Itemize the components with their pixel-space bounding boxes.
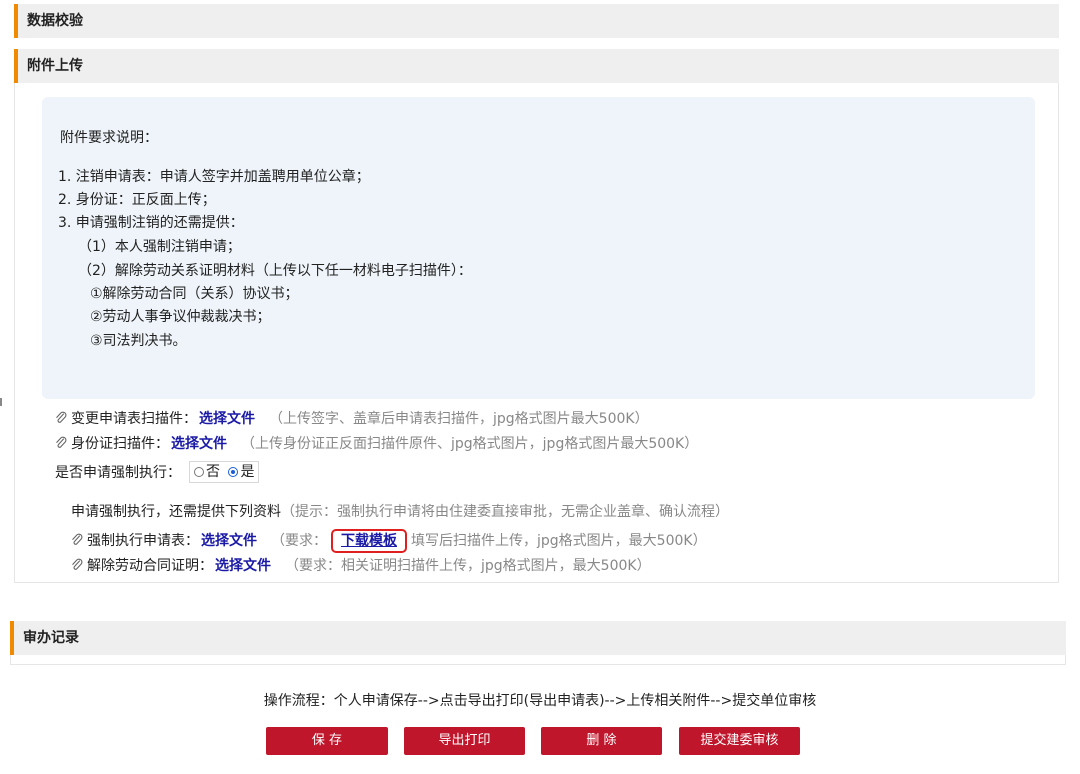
enforce-yes-radio[interactable] [228,467,239,477]
enforce-yes-label[interactable]: 是 [240,464,254,480]
paperclip-icon [72,558,83,570]
section-header-validation[interactable]: 数据校验 [14,4,1059,38]
enforce-radio-group: 否 是 [189,461,260,483]
upload-row-change-form: 变更申请表扫描件： 选择文件 （上传签字、盖章后申请表扫描件，jpg格式图片最大50… [55,408,649,428]
choose-file-change-form-button[interactable]: 选择文件 [199,411,255,427]
enforce-notice-row: 申请强制执行，还需提供下列资料（提示：强制执行申请将由住建委直接审批，无需企业盖… [71,501,729,521]
upload-hint-id-card: （上传身份证正反面扫描件原件、jpg格式图片，jpg格式图片最大500K） [241,436,699,452]
choose-file-contract-button[interactable]: 选择文件 [215,558,271,574]
download-template-link[interactable]: 下载模板 [331,529,407,553]
enforce-notice-hint: （提示：强制执行申请将由住建委直接审批，无需企业盖章、确认流程） [281,504,729,520]
requirement-line: （2）解除劳动关系证明材料（上传以下任一材料电子扫描件）： [78,263,472,279]
enforce-notice-label: 申请强制执行，还需提供下列资料 [71,504,281,520]
upload-hint-contract: （要求：相关证明扫描件上传，jpg格式图片，最大500K） [285,558,651,574]
requirement-line: 2. 身份证：正反面上传； [58,192,216,208]
export-print-button[interactable]: 导出打印 [404,727,525,755]
section-title-validation: 数据校验 [27,13,83,29]
requirement-line: ①解除劳动合同（关系）协议书； [90,286,299,302]
paperclip-icon [72,533,83,545]
paperclip-icon [56,436,67,448]
records-panel [10,655,1066,665]
enforce-no-label[interactable]: 否 [206,464,220,480]
upload-hint-enforce-form-suffix: 填写后扫描件上传，jpg格式图片，最大500K） [411,533,707,549]
requirement-line: ③司法判决书。 [90,333,187,349]
upload-row-id-card: 身份证扫描件： 选择文件 （上传身份证正反面扫描件原件、jpg格式图片，jpg格式图… [55,433,698,453]
upload-row-contract: 解除劳动合同证明： 选择文件 （要求：相关证明扫描件上传，jpg格式图片，最大500… [71,555,651,575]
section-header-records[interactable]: 审办记录 [10,621,1066,655]
save-button[interactable]: 保 存 [266,727,388,755]
section-header-attachments[interactable]: 附件上传 [14,49,1059,83]
enforce-question-label: 是否申请强制执行： [55,465,181,481]
enforce-question-row: 是否申请强制执行： 否 是 [55,461,260,483]
section-title-attachments: 附件上传 [27,58,83,74]
requirement-line: （1）本人强制注销申请； [78,239,241,255]
operation-flow-text: 操作流程：个人申请保存-->点击导出打印(导出申请表)-->上传相关附件-->提… [263,693,817,709]
left-edge-mark [0,398,2,406]
submit-review-button[interactable]: 提交建委审核 [679,727,800,755]
choose-file-id-card-button[interactable]: 选择文件 [171,436,227,452]
upload-label-id-card: 身份证扫描件： [71,436,169,452]
delete-button[interactable]: 删 除 [541,727,662,755]
upload-label-change-form: 变更申请表扫描件： [71,411,197,427]
upload-label-enforce-form: 强制执行申请表： [87,533,199,549]
upload-hint-enforce-form-prefix: （要求： [271,533,327,549]
upload-row-enforce-form: 强制执行申请表： 选择文件 （要求： 下载模板 填写后扫描件上传，jpg格式图片，最大5… [71,529,707,553]
requirement-line: 1. 注销申请表：申请人签字并加盖聘用单位公章； [58,169,370,185]
attachment-requirements-box: 附件要求说明： 1. 注销申请表：申请人签字并加盖聘用单位公章； 2. 身份证：… [42,97,1035,399]
requirement-line: ②劳动人事争议仲裁裁决书； [90,309,271,325]
choose-file-enforce-form-button[interactable]: 选择文件 [201,533,257,549]
enforce-no-radio[interactable] [194,467,204,477]
requirement-line: 3. 申请强制注销的还需提供： [58,215,244,231]
paperclip-icon [56,411,67,423]
upload-hint-change-form: （上传签字、盖章后申请表扫描件，jpg格式图片最大500K） [269,411,649,427]
section-title-records: 审办记录 [23,630,79,646]
upload-label-contract: 解除劳动合同证明： [87,558,213,574]
requirements-heading: 附件要求说明： [60,130,158,146]
